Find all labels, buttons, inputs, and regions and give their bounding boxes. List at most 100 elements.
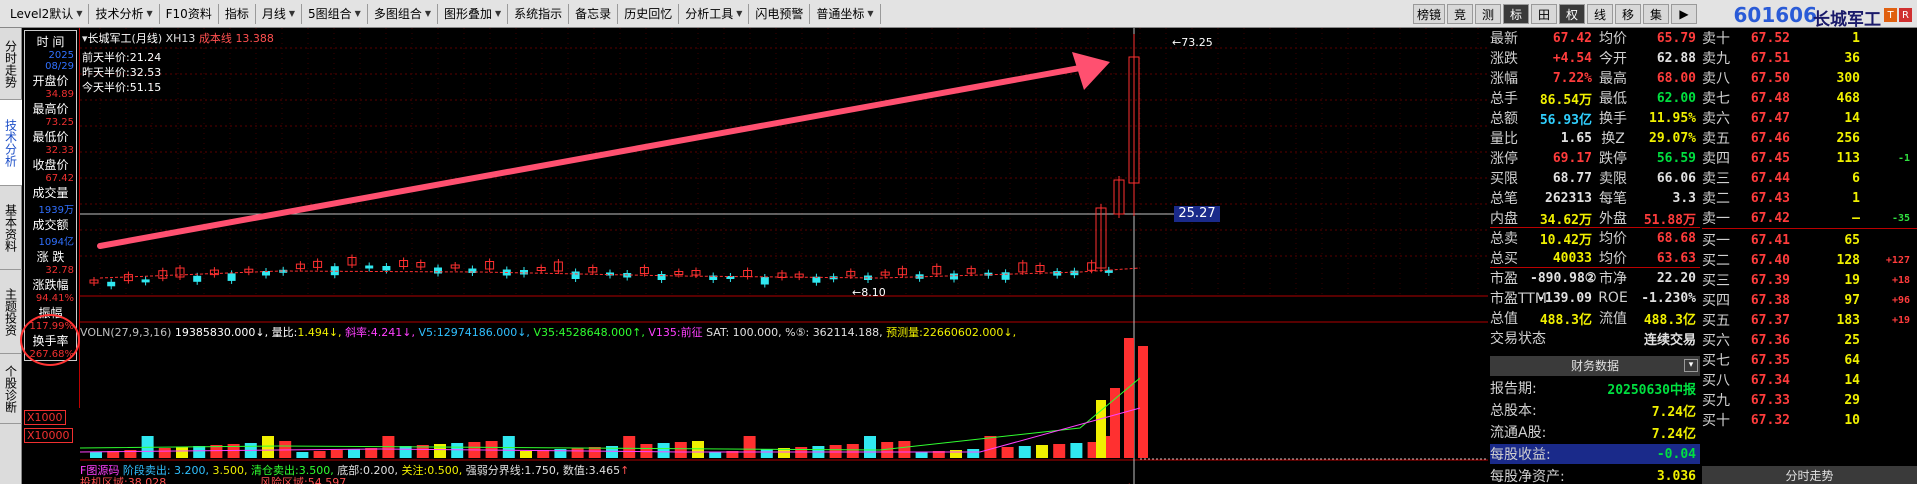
close-value: 67.42 bbox=[45, 173, 74, 184]
menu-item[interactable]: 分析工具 ▼ bbox=[679, 3, 750, 24]
volume-bar bbox=[1036, 445, 1048, 458]
vol-v135: 前征 bbox=[680, 326, 703, 339]
sell-row[interactable]: 卖七 67.48 468 bbox=[1702, 88, 1917, 108]
sell-row[interactable]: 卖八 67.50 300 bbox=[1702, 68, 1917, 88]
quote-value2: 68.68 bbox=[1656, 230, 1696, 246]
vol-pct: %⑤: 362114.188, bbox=[785, 326, 883, 339]
vtab[interactable]: 主题投资 bbox=[0, 270, 22, 354]
toolbar-button[interactable]: ▶ bbox=[1671, 4, 1697, 24]
buy-row[interactable]: 买二 67.40 128 +127 bbox=[1702, 250, 1917, 270]
financial-row: 总股本: 7.24亿 bbox=[1490, 400, 1700, 420]
menu-item[interactable]: 历史回忆 bbox=[618, 3, 680, 24]
toolbar-button[interactable]: 田 bbox=[1531, 4, 1557, 24]
quote-value: 68.77 bbox=[1552, 170, 1592, 186]
buy-row[interactable]: 买一 67.41 65 bbox=[1702, 230, 1917, 250]
vol-name: VOLN(27,9,3,16) bbox=[80, 326, 172, 339]
toolbar-button[interactable]: 移 bbox=[1615, 4, 1641, 24]
menu-item[interactable]: 月线 ▼ bbox=[256, 3, 303, 24]
candle-down bbox=[760, 277, 769, 285]
quote-row: 交易状态 连续交易 bbox=[1490, 328, 1700, 348]
vtab[interactable]: 技术分析 bbox=[0, 100, 22, 186]
menu-item[interactable]: 多图组合 ▼ bbox=[368, 3, 438, 24]
volume-bar bbox=[1096, 400, 1106, 458]
buy-row[interactable]: 买九 67.33 29 bbox=[1702, 390, 1917, 410]
candle-down bbox=[1053, 271, 1062, 276]
scale-x10000[interactable]: X10000 bbox=[24, 428, 73, 443]
book-price: 67.38 bbox=[1750, 292, 1790, 308]
sell-row[interactable]: 卖三 67.44 6 bbox=[1702, 168, 1917, 188]
book-level: 卖二 bbox=[1702, 191, 1730, 207]
kline-chart[interactable]: ▾长城军工(月线) XH13 成本线 13.388 前天半价:21.24 昨天半… bbox=[79, 28, 1488, 484]
buy-row[interactable]: 买六 67.36 25 bbox=[1702, 330, 1917, 350]
menu-item[interactable]: F10资料 bbox=[160, 3, 219, 24]
financial-label: 每股净资产: bbox=[1490, 469, 1565, 484]
menu-item[interactable]: 闪电预警 bbox=[749, 3, 811, 24]
toolbar-button[interactable]: 标 bbox=[1503, 4, 1529, 24]
candle-down bbox=[227, 273, 236, 281]
candle-down bbox=[365, 265, 374, 269]
sell-row[interactable]: 卖六 67.47 14 bbox=[1702, 108, 1917, 128]
toolbar-button[interactable]: 测 bbox=[1475, 4, 1501, 24]
collapse-icon[interactable]: ▾ bbox=[1684, 359, 1698, 372]
volume-bar bbox=[795, 447, 808, 458]
pct-change-value: 94.41% bbox=[35, 293, 74, 304]
buy-row[interactable]: 买七 67.35 64 bbox=[1702, 350, 1917, 370]
toolbar-button[interactable]: 竞 bbox=[1447, 4, 1473, 24]
chevron-down-icon: ▼ bbox=[146, 9, 153, 18]
menu-item[interactable]: 5图组合 ▼ bbox=[302, 3, 368, 24]
chevron-down-icon: ▼ bbox=[736, 9, 743, 18]
scale-x1000[interactable]: X1000 bbox=[24, 410, 66, 425]
menu-item[interactable]: 系统指示 bbox=[508, 3, 570, 24]
menu-item[interactable]: 图形叠加 ▼ bbox=[438, 3, 509, 24]
quote-label2: 市净 bbox=[1599, 271, 1627, 287]
book-change: +127 bbox=[1885, 254, 1910, 266]
quote-label: 总买 bbox=[1490, 251, 1518, 267]
sell-row[interactable]: 卖二 67.43 1 bbox=[1702, 188, 1917, 208]
menu-item[interactable]: 备忘录 bbox=[569, 3, 619, 24]
vtab[interactable]: 个股诊断 bbox=[0, 354, 22, 424]
book-level: 买六 bbox=[1702, 333, 1730, 349]
book-price: 67.33 bbox=[1750, 392, 1790, 408]
menu-item[interactable]: Level2默认 ▼ bbox=[4, 3, 90, 24]
close-label: 收盘价 bbox=[32, 158, 69, 172]
financial-data-header[interactable]: 财务数据 bbox=[1490, 356, 1700, 376]
volume-label: 成交量 bbox=[32, 186, 69, 200]
sell-row[interactable]: 卖九 67.51 36 bbox=[1702, 48, 1917, 68]
toolbar-button[interactable]: 集 bbox=[1643, 4, 1669, 24]
buy-row[interactable]: 买四 67.38 97 +96 bbox=[1702, 290, 1917, 310]
financial-value: 7.24亿 bbox=[1651, 404, 1696, 420]
quote-label: 涨停 bbox=[1490, 151, 1518, 167]
quote-label: 总手 bbox=[1490, 91, 1518, 107]
menu-item[interactable]: 普通坐标 ▼ bbox=[810, 3, 881, 24]
sell-row[interactable]: 卖十 67.52 1 bbox=[1702, 28, 1917, 48]
book-level: 卖七 bbox=[1702, 91, 1730, 107]
book-level: 买九 bbox=[1702, 393, 1730, 409]
quote-value: 69.17 bbox=[1552, 150, 1592, 166]
menu-item[interactable]: 技术分析 ▼ bbox=[89, 3, 160, 24]
buy-row[interactable]: 买十 67.32 10 bbox=[1702, 410, 1917, 430]
quote-label: 总笔 bbox=[1490, 191, 1518, 207]
buy-row[interactable]: 买五 67.37 183 +19 bbox=[1702, 310, 1917, 330]
toolbar-button[interactable]: 权 bbox=[1559, 4, 1585, 24]
high-marker-value: 73.25 bbox=[1181, 36, 1213, 49]
menu-item-label: 备忘录 bbox=[575, 7, 612, 21]
badge-r[interactable]: R bbox=[1899, 8, 1912, 22]
book-volume: 29 bbox=[1844, 392, 1860, 408]
badge-t[interactable]: T bbox=[1884, 8, 1897, 22]
menu-item[interactable]: 指标 bbox=[219, 3, 256, 24]
book-level: 买八 bbox=[1702, 373, 1730, 389]
vtab[interactable]: 分时走势 bbox=[0, 28, 22, 100]
book-level: 卖一 bbox=[1702, 211, 1730, 227]
sell-row[interactable]: 卖四 67.45 113 -1 bbox=[1702, 148, 1917, 168]
sell-row[interactable]: 卖一 67.42 – -35 bbox=[1702, 208, 1917, 228]
book-volume: 183 bbox=[1836, 312, 1860, 328]
vtab[interactable]: 基本资料 bbox=[0, 186, 22, 270]
quote-label: 总值 bbox=[1490, 311, 1518, 327]
sell-row[interactable]: 卖五 67.46 256 bbox=[1702, 128, 1917, 148]
buy-row[interactable]: 买三 67.39 19 +18 bbox=[1702, 270, 1917, 290]
buy-row[interactable]: 买八 67.34 14 bbox=[1702, 370, 1917, 390]
ind-s6: 3.465 bbox=[588, 464, 621, 477]
toolbar-button[interactable]: 榜镜 bbox=[1413, 4, 1445, 24]
toolbar-button[interactable]: 线 bbox=[1587, 4, 1613, 24]
intraday-tab[interactable]: 分时走势 bbox=[1702, 466, 1917, 484]
